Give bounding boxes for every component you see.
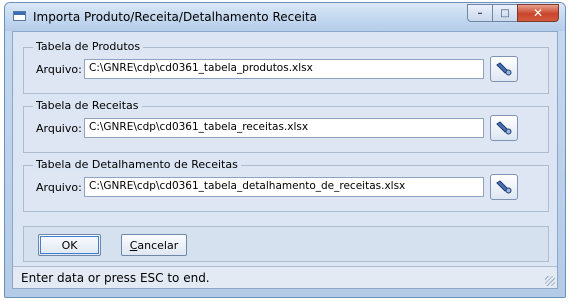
browse-produtos-button[interactable]: [490, 56, 518, 82]
window-title: Importa Produto/Receita/Detalhamento Rec…: [33, 10, 318, 24]
group-detalhamento: Tabela de Detalhamento de Receitas Arqui…: [23, 158, 549, 212]
browse-icon: [496, 180, 512, 194]
detalhamento-file-input[interactable]: C:\GNRE\cdp\cd0361_tabela_detalhamento_d…: [84, 177, 484, 197]
group-title: Tabela de Produtos: [33, 40, 144, 53]
maximize-button[interactable]: □: [492, 4, 518, 22]
close-button[interactable]: ✕: [517, 4, 559, 22]
ok-button[interactable]: OK: [38, 234, 101, 256]
cancel-button[interactable]: Cancelar: [121, 234, 187, 256]
arquivo-label: Arquivo:: [36, 181, 82, 194]
button-row: OK Cancelar: [23, 226, 549, 262]
minimize-button[interactable]: –: [467, 4, 493, 22]
arquivo-label: Arquivo:: [36, 63, 82, 76]
produtos-file-input[interactable]: C:\GNRE\cdp\cd0361_tabela_produtos.xlsx: [84, 59, 484, 79]
dialog-window: Importa Produto/Receita/Detalhamento Rec…: [4, 2, 566, 298]
title-bar[interactable]: Importa Produto/Receita/Detalhamento Rec…: [5, 3, 565, 31]
browse-icon: [496, 121, 512, 135]
ok-label: OK: [61, 238, 78, 252]
group-title: Tabela de Receitas: [33, 99, 142, 112]
dialog-body: Tabela de Produtos Arquivo: C:\GNRE\cdp\…: [12, 31, 558, 289]
group-produtos: Tabela de Produtos Arquivo: C:\GNRE\cdp\…: [23, 40, 549, 94]
maximize-icon: □: [500, 7, 510, 19]
browse-detalhamento-button[interactable]: [490, 174, 518, 200]
close-icon: ✕: [532, 6, 544, 20]
group-receitas: Tabela de Receitas Arquivo: C:\GNRE\cdp\…: [23, 99, 549, 153]
minimize-icon: –: [477, 7, 483, 19]
app-window-icon: [13, 11, 26, 21]
resize-grip-icon[interactable]: [545, 276, 555, 286]
window-controls: – □ ✕: [467, 4, 559, 22]
group-title: Tabela de Detalhamento de Receitas: [33, 158, 241, 171]
receitas-file-input[interactable]: C:\GNRE\cdp\cd0361_tabela_receitas.xlsx: [84, 118, 484, 138]
browse-receitas-button[interactable]: [490, 115, 518, 141]
browse-icon: [496, 62, 512, 76]
arquivo-label: Arquivo:: [36, 122, 82, 135]
status-text: Enter data or press ESC to end.: [21, 271, 210, 285]
cancel-label: Cancelar: [129, 238, 179, 252]
status-bar: Enter data or press ESC to end.: [13, 266, 557, 288]
